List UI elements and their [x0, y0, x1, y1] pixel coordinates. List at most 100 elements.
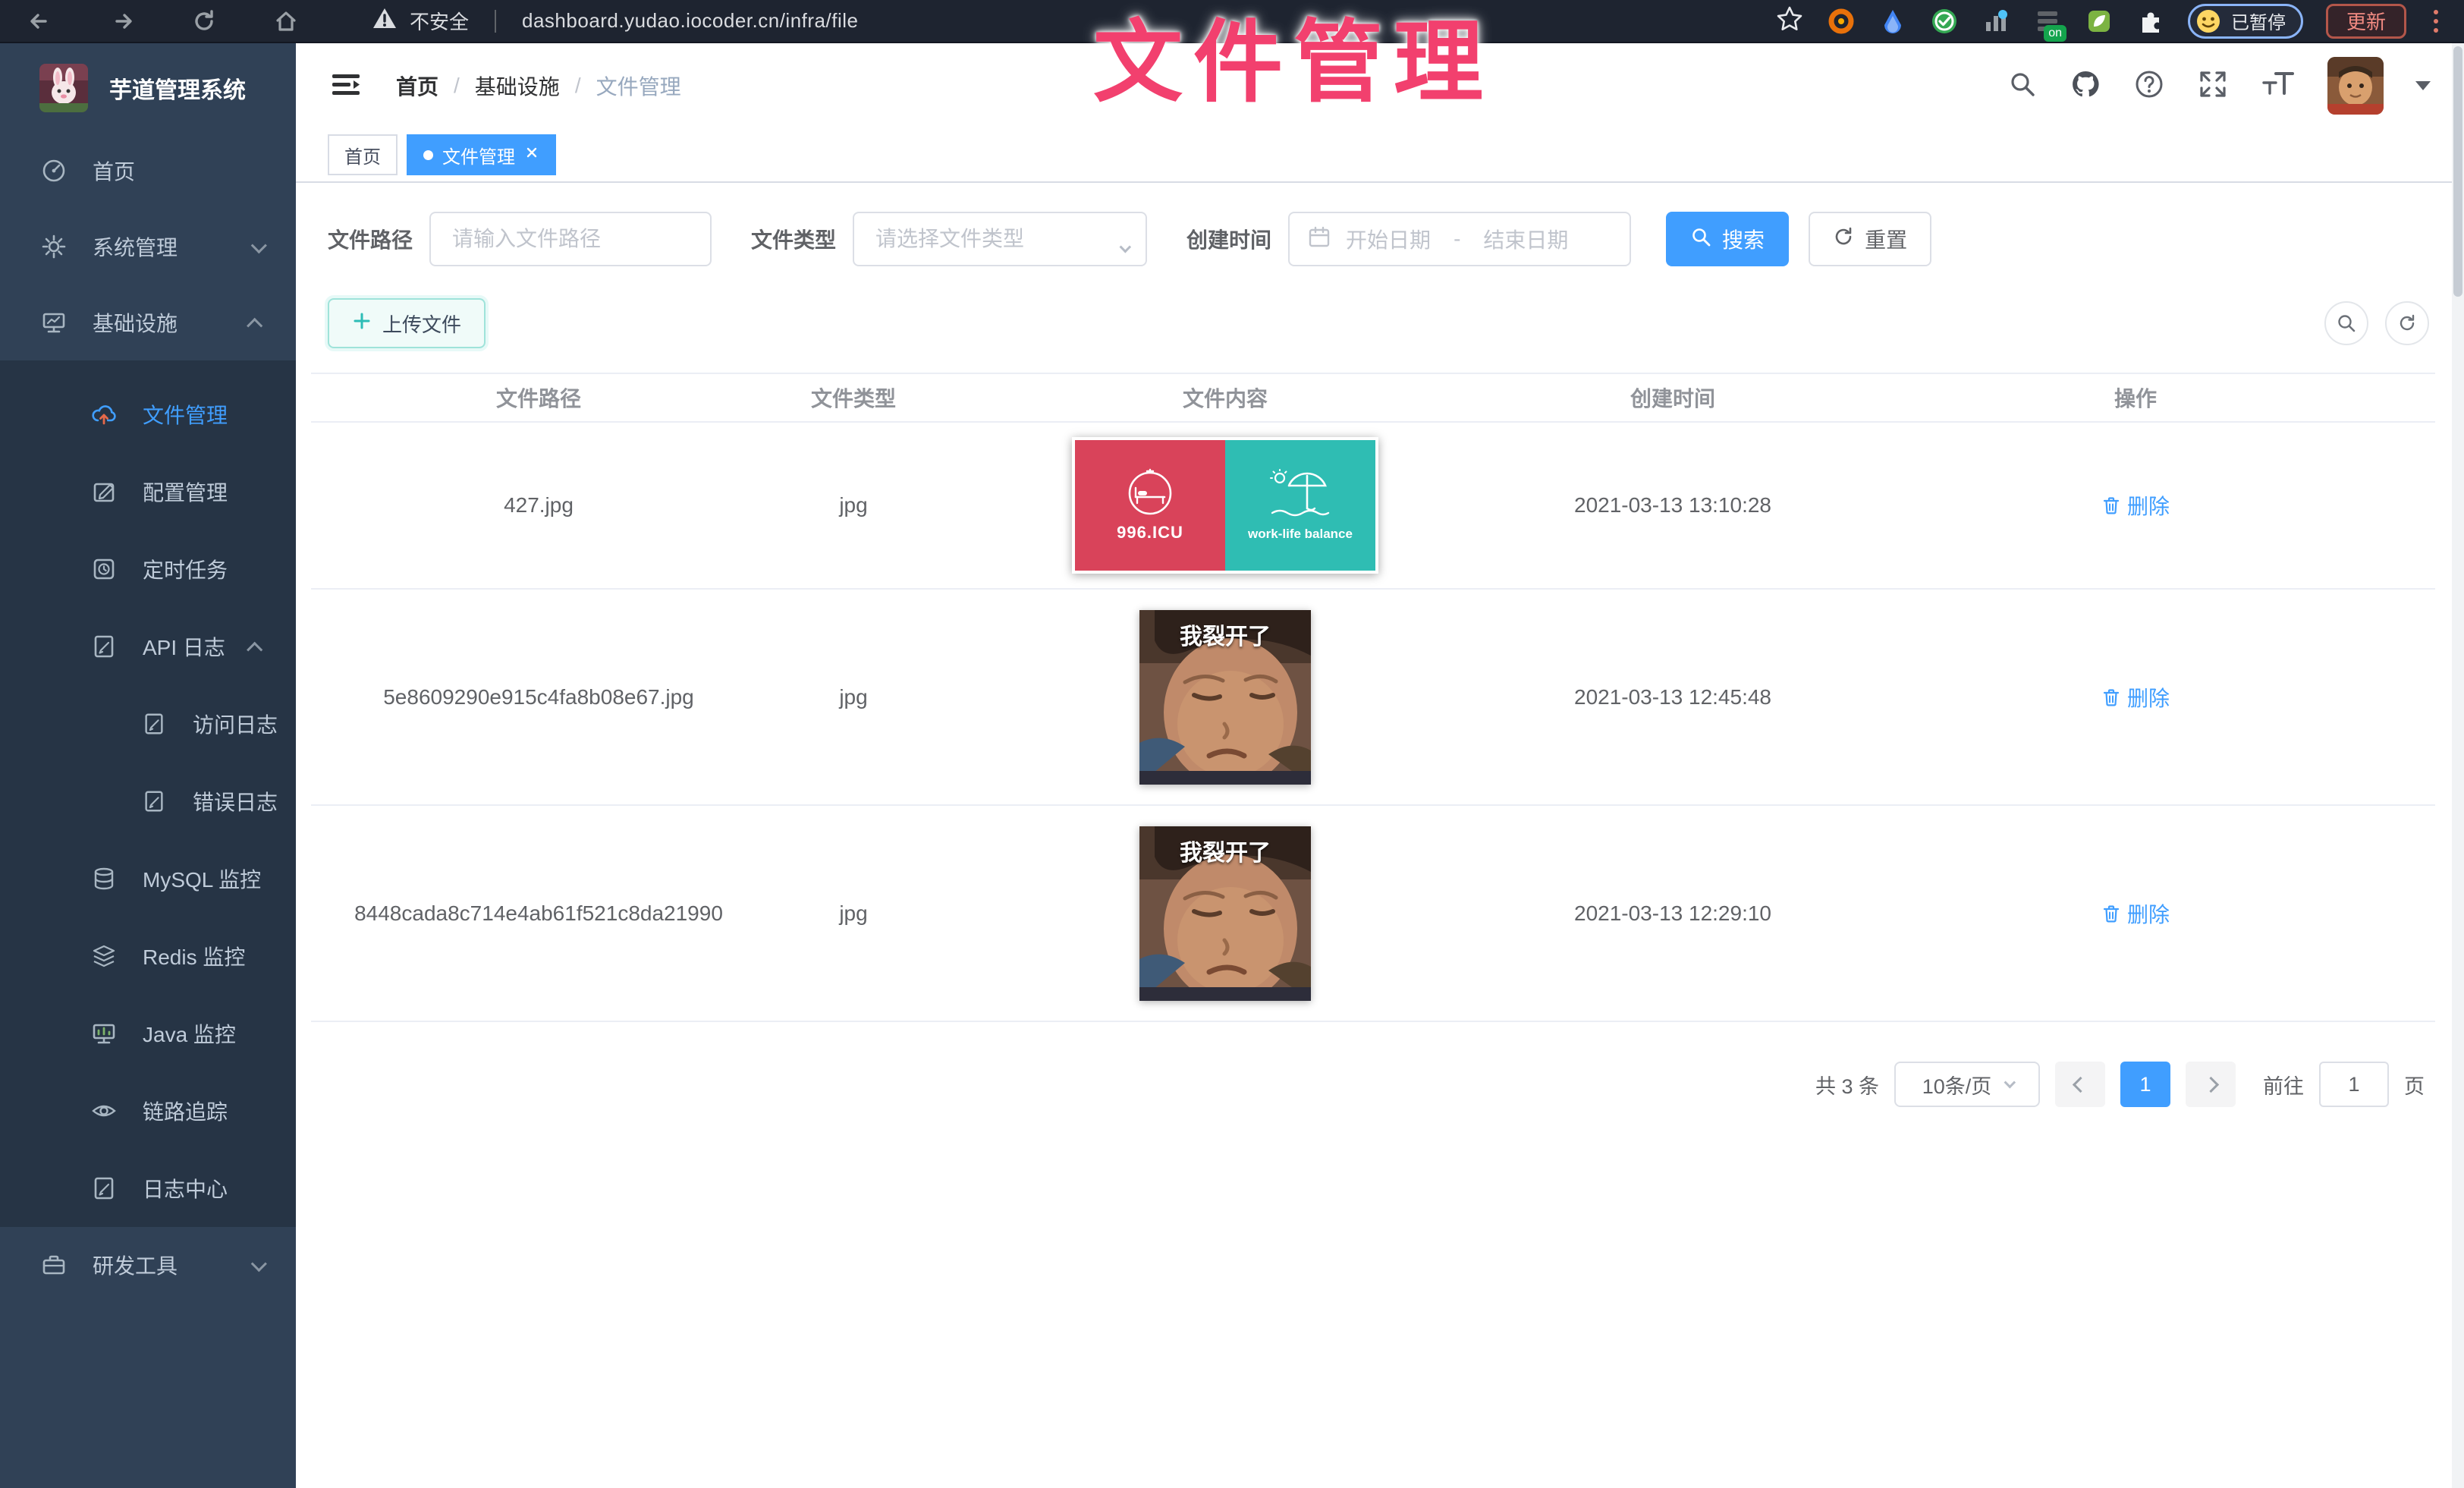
help-icon[interactable] — [2133, 68, 2165, 104]
sidebar-item-home[interactable]: 首页 — [0, 133, 296, 209]
file-type-select[interactable] — [853, 212, 1147, 266]
chevron-down-icon — [2004, 1076, 2016, 1088]
database-icon — [90, 866, 118, 892]
user-avatar[interactable] — [2327, 57, 2384, 115]
omnibox[interactable]: 不安全 dashboard.yudao.iocoder.cn/infra/fil… — [372, 6, 858, 36]
font-size-icon[interactable] — [2261, 69, 2296, 103]
search-icon — [1690, 226, 1711, 253]
browser-profile-chip[interactable]: 已暂停 — [2188, 4, 2303, 39]
sidebar-item-label: Java 监控 — [143, 1018, 236, 1049]
delete-button[interactable]: 删除 — [2101, 490, 2170, 521]
browser-update-button[interactable]: 更新 — [2326, 4, 2406, 39]
sidebar-item-scheduled-tasks[interactable]: 定时任务 — [0, 530, 296, 608]
pagination-total: 共 3 条 — [1815, 1070, 1879, 1099]
tags-view: 首页 文件管理 — [296, 128, 2464, 183]
next-page-button[interactable] — [2186, 1062, 2236, 1107]
sidebar-item-trace[interactable]: 链路追踪 — [0, 1072, 296, 1150]
delete-button[interactable]: 删除 — [2101, 898, 2170, 929]
breadcrumb-separator: / — [454, 74, 460, 98]
update-label: 更新 — [2346, 7, 2386, 35]
profile-status-label: 已暂停 — [2231, 8, 2286, 34]
delete-label: 删除 — [2127, 490, 2170, 521]
profile-emoji-icon — [2195, 8, 2222, 35]
fullscreen-icon[interactable] — [2197, 68, 2229, 104]
toolbox-icon — [39, 1252, 68, 1278]
page-number-button[interactable]: 1 — [2120, 1062, 2170, 1107]
file-preview-996icu-image[interactable]: 996.ICU work-life balance — [1072, 437, 1378, 574]
file-path-input[interactable] — [429, 212, 712, 266]
created-time-cell: 2021-03-13 13:10:28 — [1510, 493, 1836, 517]
breadcrumb-item[interactable]: 基础设施 — [475, 71, 560, 101]
sidebar-item-redis-monitor[interactable]: Redis 监控 — [0, 917, 296, 995]
reload-icon[interactable] — [191, 8, 217, 34]
file-preview-baby-image[interactable]: 我裂开了 — [1139, 610, 1311, 785]
tab-close-icon[interactable] — [524, 144, 539, 165]
sidebar-item-config-management[interactable]: 配置管理 — [0, 453, 296, 530]
column-header: 创建时间 — [1510, 374, 1836, 421]
delete-button[interactable]: 删除 — [2101, 682, 2170, 713]
sidebar-logo-row[interactable]: 芋道管理系统 — [0, 43, 296, 133]
sidebar-item-file-management[interactable]: 文件管理 — [0, 376, 296, 453]
breadcrumb-item: 文件管理 — [596, 71, 681, 101]
page-scrollbar[interactable] — [2452, 43, 2464, 1488]
file-preview-baby-image[interactable]: 我裂开了 — [1139, 826, 1311, 1001]
date-range-picker[interactable]: 开始日期 - 结束日期 — [1288, 212, 1631, 266]
toggle-search-button[interactable] — [2324, 301, 2368, 345]
reset-button[interactable]: 重置 — [1809, 212, 1931, 266]
gear-icon — [39, 234, 68, 260]
sidebar-item-system-management[interactable]: 系统管理 — [0, 209, 296, 285]
prev-page-button[interactable] — [2055, 1062, 2105, 1107]
file-type-cell: jpg — [766, 493, 941, 517]
extension-green-check-icon[interactable] — [1930, 7, 1959, 36]
browser-nav-controls — [27, 8, 299, 34]
date-start-placeholder: 开始日期 — [1346, 224, 1431, 254]
eye-icon — [90, 1098, 118, 1124]
hamburger-icon[interactable] — [329, 68, 363, 105]
sidebar-item-dev-tools[interactable]: 研发工具 — [0, 1227, 296, 1303]
sidebar-item-log-center[interactable]: 日志中心 — [0, 1150, 296, 1227]
996icu-red-panel: 996.ICU — [1075, 440, 1225, 571]
avatar-caret-icon[interactable] — [2415, 81, 2431, 90]
extension-leaf-icon[interactable] — [2085, 7, 2114, 36]
github-icon[interactable] — [2070, 68, 2101, 104]
sidebar-item-mysql-monitor[interactable]: MySQL 监控 — [0, 840, 296, 917]
search-icon[interactable] — [2007, 69, 2038, 103]
sidebar-item-infrastructure[interactable]: 基础设施 — [0, 285, 296, 360]
main-area: 首页 / 基础设施 / 文件管理 首页 — [296, 43, 2464, 1488]
back-icon[interactable] — [27, 8, 53, 34]
search-button[interactable]: 搜索 — [1666, 212, 1789, 266]
delete-label: 删除 — [2127, 682, 2170, 713]
extension-chart-icon[interactable] — [1982, 7, 2010, 36]
sidebar-item-java-monitor[interactable]: Java 监控 — [0, 995, 296, 1072]
file-path-label: 文件路径 — [328, 224, 413, 254]
sidebar-item-error-logs[interactable]: 错误日志 — [0, 763, 296, 840]
scrollbar-thumb[interactable] — [2453, 46, 2462, 297]
calendar-icon — [1308, 225, 1331, 253]
page-suffix-label: 页 — [2404, 1070, 2425, 1099]
forward-icon[interactable] — [109, 8, 135, 34]
refresh-table-button[interactable] — [2385, 301, 2429, 345]
sidebar-item-label: 错误日志 — [193, 786, 278, 816]
filter-file-type: 文件类型 — [751, 212, 1147, 266]
sidebar-item-access-logs[interactable]: 访问日志 — [0, 685, 296, 763]
extension-orange-gear-icon[interactable] — [1827, 7, 1856, 36]
extension-on-badge-icon[interactable]: on — [2033, 7, 2062, 36]
bookmark-star-icon[interactable] — [1775, 5, 1804, 37]
tab-file-management[interactable]: 文件管理 — [407, 134, 556, 175]
page-size-select[interactable]: 10条/页 — [1894, 1062, 2040, 1107]
breadcrumb-item[interactable]: 首页 — [396, 71, 438, 101]
home-icon[interactable] — [273, 8, 299, 34]
url-text: dashboard.yudao.iocoder.cn/infra/file — [522, 9, 858, 33]
goto-page-input[interactable] — [2319, 1062, 2389, 1107]
extension-blue-drop-icon[interactable] — [1878, 7, 1907, 36]
trash-icon — [2101, 904, 2121, 923]
tab-home[interactable]: 首页 — [328, 134, 398, 175]
log-document-icon — [90, 1175, 118, 1201]
sidebar-item-api-logs[interactable]: API 日志 — [0, 608, 296, 685]
sidebar-item-label: MySQL 监控 — [143, 864, 261, 894]
extension-puzzle-icon[interactable] — [2136, 7, 2165, 36]
column-header: 文件类型 — [766, 374, 941, 421]
upload-file-button[interactable]: 上传文件 — [328, 298, 486, 348]
browser-menu-icon[interactable] — [2429, 10, 2443, 33]
file-path-cell: 427.jpg — [311, 493, 766, 517]
